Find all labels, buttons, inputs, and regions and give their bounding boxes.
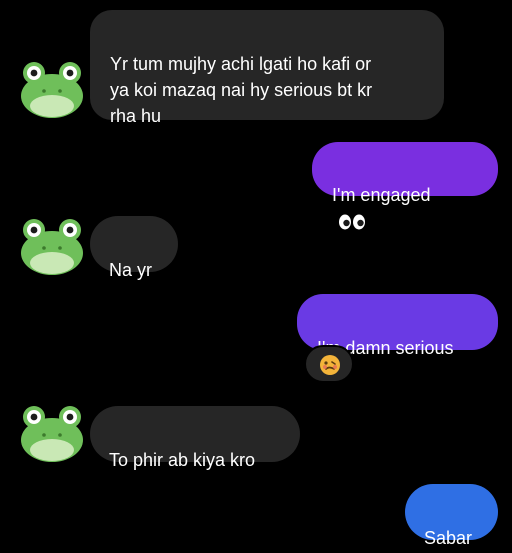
message-bubble-incoming[interactable]: Yr tum mujhy achi lgati ho kafi or ya ko… [90,10,444,126]
frog-avatar-icon [21,62,83,118]
message-text: Na yr [109,260,153,280]
message-bubble-outgoing[interactable]: Sabar [405,484,498,548]
eyes-emoji-icon [339,214,365,230]
message-text: Yr tum mujhy achi lgati ho kafi or ya ko… [110,54,373,126]
message-text: Sabar [424,528,473,548]
frog-avatar-icon [21,219,83,275]
avatar[interactable] [20,215,84,275]
message-bubble-incoming[interactable]: Na yr [90,216,178,280]
message-reaction[interactable] [304,345,354,383]
woozy-face-emoji-icon [320,355,340,375]
frog-avatar-icon [21,406,83,462]
message-bubble-incoming[interactable]: To phir ab kiya kro [90,406,300,470]
message-text: I'm engaged [332,185,431,205]
avatar[interactable] [20,402,84,462]
message-bubble-outgoing[interactable]: I'm engaged [312,142,498,230]
message-text: To phir ab kiya kro [109,450,256,470]
message-bubble-outgoing[interactable]: I'm damn serious [297,294,498,358]
avatar[interactable] [20,58,84,118]
